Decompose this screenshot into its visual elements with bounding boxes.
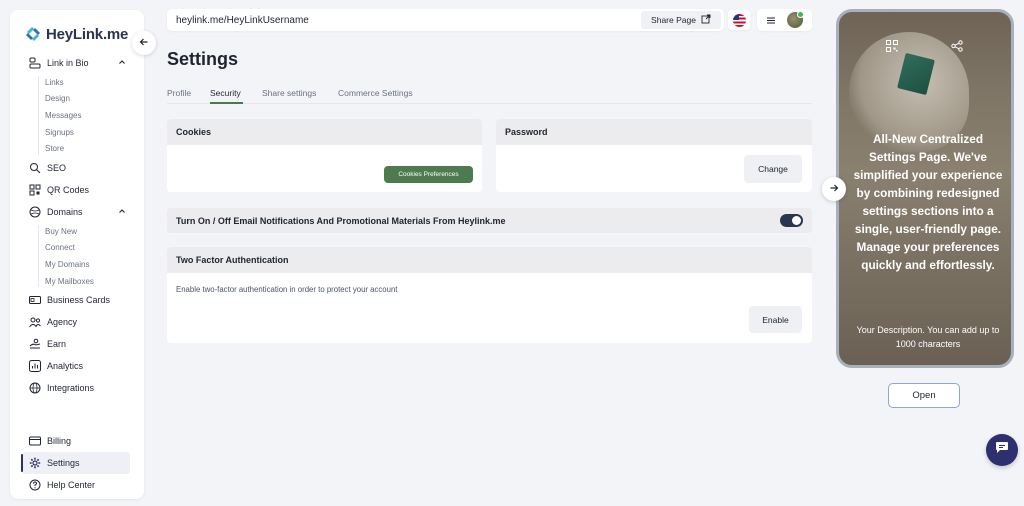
sidebar-item-label: Link in Bio (47, 58, 89, 68)
user-menu[interactable] (757, 9, 812, 31)
sidebar-item-label: Agency (47, 317, 78, 328)
sidebar-item-integrations[interactable]: Integrations (10, 377, 144, 399)
sidebar: HeyLink.me Link in Bio Links Design Mess… (10, 10, 144, 499)
password-title: Password (496, 119, 812, 145)
domains-submenu: Buy New Connect My Domains My Mailboxes (10, 223, 144, 289)
two-factor-title: Two Factor Authentication (167, 247, 812, 273)
bio-icon (28, 57, 41, 70)
sidebar-subitem-connect[interactable]: Connect (10, 240, 144, 257)
cookies-card: Cookies Cookies Preferences (167, 119, 482, 192)
us-flag-icon (732, 13, 746, 27)
sidebar-subitem-store[interactable]: Store (10, 140, 144, 157)
sidebar-item-label: Analytics (47, 361, 84, 372)
sidebar-item-label: Settings (47, 458, 80, 468)
sidebar-item-label: Integrations (47, 383, 95, 394)
profile-url-bar[interactable]: heylink.me/HeyLinkUsername Share Page (167, 9, 724, 31)
preview-description: Your Description. You can add up to 1000… (856, 325, 1000, 349)
sidebar-item-agency[interactable]: Agency (10, 311, 144, 333)
sidebar-subitem-buy-new[interactable]: Buy New (10, 223, 144, 240)
sidebar-subitem-my-domains[interactable]: My Domains (10, 256, 144, 273)
open-profile-button[interactable]: Open (888, 383, 960, 408)
sidebar-bottom-nav: Billing Settings Help Center (10, 430, 144, 496)
mobile-preview: All-New Centralized Settings Page. We've… (836, 9, 1014, 368)
earn-icon (28, 338, 41, 351)
tab-share-settings[interactable]: Share settings (262, 88, 316, 98)
sidebar-item-label: SEO (47, 162, 67, 173)
email-notifications-toggle[interactable] (780, 214, 803, 227)
sidebar-item-link-in-bio[interactable]: Link in Bio (10, 52, 144, 74)
globe-icon (28, 205, 41, 218)
language-selector[interactable] (728, 10, 750, 30)
tab-profile[interactable]: Profile (167, 88, 191, 98)
link-in-bio-submenu: Links Design Messages Signups Store (10, 74, 144, 157)
chat-support-button[interactable] (986, 434, 1018, 466)
share-icon[interactable] (951, 39, 963, 57)
email-notifications-label: Turn On / Off Email Notifications And Pr… (176, 215, 506, 226)
tab-security[interactable]: Security (210, 88, 241, 98)
settings-tabs: Profile Security Share settings Commerce… (167, 84, 812, 104)
sidebar-subitem-signups[interactable]: Signups (10, 124, 144, 141)
change-password-button[interactable]: Change (744, 155, 802, 183)
avatar[interactable] (787, 11, 804, 28)
share-page-button[interactable]: Share Page (641, 11, 721, 29)
seo-icon (28, 161, 41, 174)
hamburger-menu-icon[interactable] (767, 11, 775, 29)
sidebar-item-earn[interactable]: Earn (10, 333, 144, 355)
external-link-icon (701, 14, 711, 26)
billing-icon (28, 435, 41, 448)
arrow-left-icon (139, 34, 149, 52)
sidebar-item-qr-codes[interactable]: QR Codes (10, 179, 144, 201)
globe-icon (28, 382, 41, 395)
active-tab-indicator (210, 102, 243, 104)
password-card: Password Change (496, 119, 812, 192)
analytics-icon (28, 360, 41, 373)
cookies-title: Cookies (167, 119, 482, 145)
qr-icon (28, 183, 41, 196)
email-notifications-row: Turn On / Off Email Notifications And Pr… (167, 208, 812, 233)
sidebar-item-label: Domains (47, 206, 83, 217)
sidebar-item-settings[interactable]: Settings (21, 452, 130, 474)
agency-icon (28, 316, 41, 329)
sidebar-item-label: Earn (47, 339, 67, 350)
sidebar-subitem-design[interactable]: Design (10, 91, 144, 108)
logo[interactable]: HeyLink.me (24, 22, 128, 46)
profile-url: heylink.me/HeyLinkUsername (176, 14, 309, 26)
sidebar-item-label: Business Cards (47, 295, 111, 306)
tab-commerce-settings[interactable]: Commerce Settings (338, 88, 413, 98)
sidebar-item-business-cards[interactable]: Business Cards (10, 289, 144, 311)
sidebar-item-billing[interactable]: Billing (10, 430, 144, 452)
chevron-up-icon[interactable] (118, 207, 126, 217)
sidebar-item-label: QR Codes (47, 184, 90, 195)
page-title: Settings (167, 49, 239, 69)
heylink-logo-icon (24, 25, 42, 43)
share-page-label: Share Page (651, 15, 696, 25)
sidebar-nav: Link in Bio Links Design Messages Signup… (10, 52, 144, 399)
brand-name: HeyLink.me (46, 25, 129, 43)
qr-code-icon[interactable] (886, 39, 898, 57)
enable-2fa-button[interactable]: Enable (749, 306, 802, 333)
preview-next-button[interactable] (822, 177, 846, 201)
chevron-up-icon[interactable] (118, 58, 126, 68)
sidebar-item-analytics[interactable]: Analytics (10, 355, 144, 377)
sidebar-item-help-center[interactable]: Help Center (10, 474, 144, 496)
arrow-right-icon (829, 180, 839, 198)
card-icon (28, 294, 41, 307)
help-icon (28, 479, 41, 492)
cookies-preferences-button[interactable]: Cookies Preferences (384, 166, 473, 183)
chat-bubble-icon (995, 441, 1009, 459)
sidebar-item-seo[interactable]: SEO (10, 157, 144, 179)
collapse-sidebar-button[interactable] (132, 31, 156, 55)
sidebar-subitem-my-mailboxes[interactable]: My Mailboxes (10, 273, 144, 290)
sidebar-item-label: Billing (47, 436, 72, 446)
two-factor-card: Two Factor Authentication Enable two-fac… (167, 247, 812, 343)
sidebar-subitem-messages[interactable]: Messages (10, 107, 144, 124)
sidebar-item-domains[interactable]: Domains (10, 201, 144, 223)
gear-icon (28, 457, 41, 470)
preview-title: All-New Centralized Settings Page. We've… (853, 132, 1003, 272)
sidebar-subitem-links[interactable]: Links (10, 74, 144, 91)
two-factor-description: Enable two-factor authentication in orde… (176, 285, 398, 294)
sidebar-item-label: Help Center (47, 480, 96, 490)
